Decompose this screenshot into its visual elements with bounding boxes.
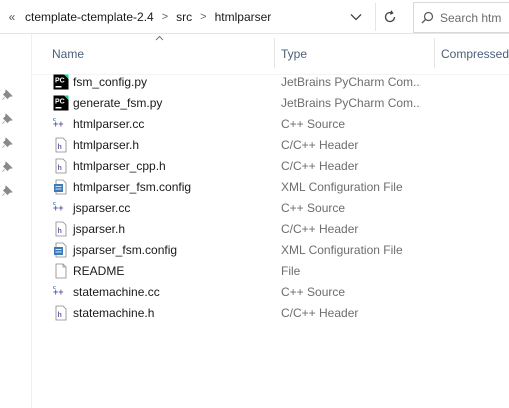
breadcrumb-item-src[interactable]: src xyxy=(173,10,195,24)
refresh-icon xyxy=(384,10,396,23)
column-divider[interactable] xyxy=(434,38,435,68)
chevron-right-icon[interactable]: > xyxy=(195,11,211,23)
file-name[interactable]: fsm_config.py xyxy=(73,75,147,89)
file-row[interactable]: PC fsm_config.py JetBrains PyCharm Com... xyxy=(49,72,509,93)
svg-text:h: h xyxy=(58,312,62,319)
pycharm-icon: PC xyxy=(53,74,69,90)
blank-file-icon xyxy=(53,263,69,279)
file-type: XML Configuration File xyxy=(281,243,403,257)
column-header-name[interactable]: Name xyxy=(52,47,84,61)
file-row[interactable]: ++ c htmlparser.cc C++ Source xyxy=(49,114,509,135)
pycharm-icon: PC xyxy=(53,95,69,111)
navigation-pane[interactable] xyxy=(0,34,32,408)
file-type: File xyxy=(281,264,301,278)
file-type: C/C++ Header xyxy=(281,222,359,236)
cpp-source-icon: ++ c xyxy=(53,200,69,216)
svg-text:c: c xyxy=(53,201,56,207)
file-name[interactable]: htmlparser.h xyxy=(73,138,139,152)
file-type: C/C++ Header xyxy=(281,138,359,152)
breadcrumb-item-ctemplate[interactable]: ctemplate-ctemplate-2.4 xyxy=(22,10,157,24)
column-divider[interactable] xyxy=(274,38,275,68)
file-row[interactable]: jsparser_fsm.config XML Configuration Fil… xyxy=(49,240,509,261)
address-bar: « ctemplate-ctemplate-2.4 > src > htmlpa… xyxy=(0,0,509,34)
file-name[interactable]: README xyxy=(73,264,124,278)
file-name[interactable]: statemachine.cc xyxy=(73,285,160,299)
pin-icon xyxy=(0,159,14,173)
file-row[interactable]: ++ c jsparser.cc C++ Source xyxy=(49,198,509,219)
file-row[interactable]: h statemachine.h C/C++ Header xyxy=(49,303,509,324)
file-type: C++ Source xyxy=(281,117,346,131)
file-type: C++ Source xyxy=(281,201,346,215)
breadcrumb-overflow-button[interactable]: « xyxy=(2,10,22,24)
xml-config-icon xyxy=(53,179,69,195)
address-history-dropdown[interactable] xyxy=(345,6,367,28)
file-row[interactable]: PC generate_fsm.py JetBrains PyCharm Com..… xyxy=(49,93,509,114)
file-name[interactable]: statemachine.h xyxy=(73,306,154,320)
refresh-button[interactable] xyxy=(375,3,404,31)
file-name[interactable]: jsparser.h xyxy=(73,222,125,236)
svg-text:h: h xyxy=(58,165,62,172)
file-type: C++ Source xyxy=(281,285,346,299)
search-icon xyxy=(414,11,440,24)
search-input[interactable]: Search htm xyxy=(413,2,509,33)
file-name[interactable]: htmlparser_cpp.h xyxy=(73,159,166,173)
file-type: C/C++ Header xyxy=(281,306,359,320)
cpp-source-icon: ++ c xyxy=(53,284,69,300)
header-file-icon: h xyxy=(53,158,69,174)
file-type: JetBrains PyCharm Com... xyxy=(281,96,421,110)
svg-text:h: h xyxy=(58,228,62,235)
file-type: XML Configuration File xyxy=(281,180,403,194)
column-header-type[interactable]: Type xyxy=(281,47,307,61)
file-name[interactable]: generate_fsm.py xyxy=(73,96,162,110)
pin-icon xyxy=(0,111,14,125)
cpp-source-icon: ++ c xyxy=(53,116,69,132)
header-file-icon: h xyxy=(53,221,69,237)
file-row[interactable]: htmlparser_fsm.config XML Configuration F… xyxy=(49,177,509,198)
header-file-icon: h xyxy=(53,137,69,153)
file-name[interactable]: jsparser.cc xyxy=(73,201,130,215)
chevron-right-icon[interactable]: > xyxy=(157,11,173,23)
svg-text:PC: PC xyxy=(55,99,65,106)
search-placeholder: Search htm xyxy=(440,10,502,25)
svg-text:h: h xyxy=(58,144,62,151)
breadcrumb: « ctemplate-ctemplate-2.4 > src > htmlpa… xyxy=(0,2,370,31)
xml-config-icon xyxy=(53,242,69,258)
pin-icon xyxy=(0,87,14,101)
svg-text:PC: PC xyxy=(55,78,65,85)
column-header-compressed[interactable]: Compressed xyxy=(441,47,509,61)
pin-icon xyxy=(0,135,14,149)
file-row[interactable]: README File xyxy=(49,261,509,282)
chevron-down-icon xyxy=(350,14,362,21)
header-file-icon: h xyxy=(53,305,69,321)
column-header-row: Name Type Compressed xyxy=(31,34,509,75)
breadcrumb-item-htmlparser[interactable]: htmlparser xyxy=(212,10,275,24)
file-row[interactable]: h jsparser.h C/C++ Header xyxy=(49,219,509,240)
file-name[interactable]: jsparser_fsm.config xyxy=(73,243,177,257)
file-name[interactable]: htmlparser_fsm.config xyxy=(73,180,191,194)
file-type: C/C++ Header xyxy=(281,159,359,173)
file-row[interactable]: h htmlparser.h C/C++ Header xyxy=(49,135,509,156)
file-type: JetBrains PyCharm Com... xyxy=(281,75,421,89)
sort-ascending-icon xyxy=(155,35,164,41)
svg-text:c: c xyxy=(53,117,56,123)
file-name[interactable]: htmlparser.cc xyxy=(73,117,144,131)
pin-icon xyxy=(0,183,14,197)
file-row[interactable]: h htmlparser_cpp.h C/C++ Header xyxy=(49,156,509,177)
file-row[interactable]: ++ c statemachine.cc C++ Source xyxy=(49,282,509,303)
svg-text:c: c xyxy=(53,285,56,291)
